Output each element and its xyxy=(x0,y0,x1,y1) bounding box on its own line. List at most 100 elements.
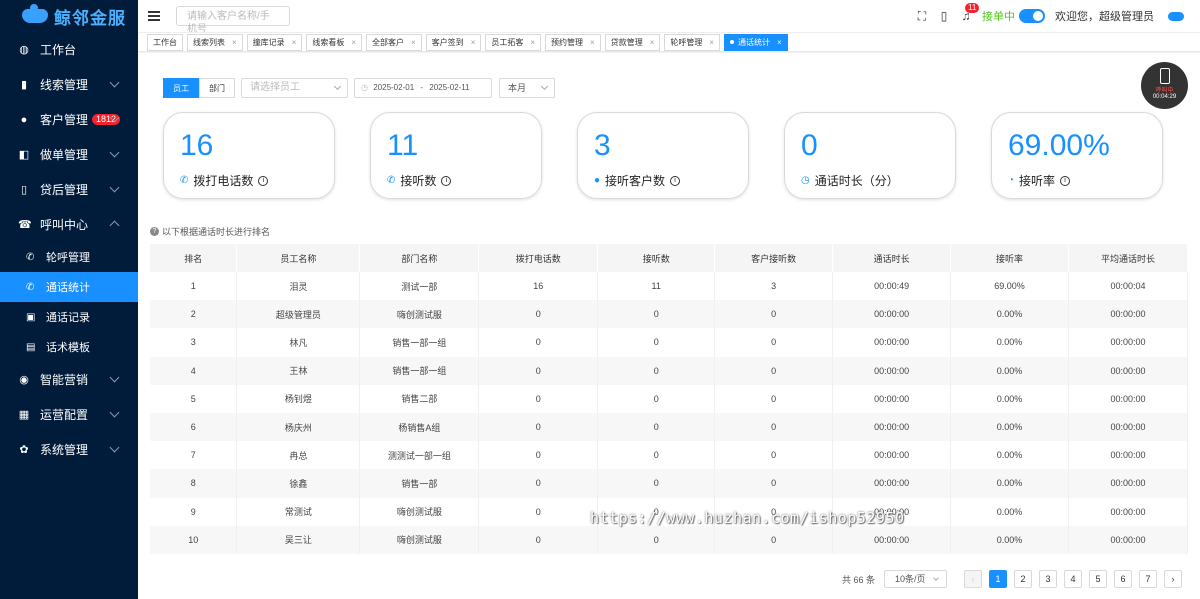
sidebar-item-clues[interactable]: ▮ 线索管理 xyxy=(0,67,138,102)
table-cell: 16 xyxy=(478,272,599,301)
table-cell: 0 xyxy=(714,469,834,498)
table-cell: 0 xyxy=(478,384,599,413)
sidebar-item-call-center[interactable]: ☎ 呼叫中心 xyxy=(0,207,138,242)
user-avatar[interactable] xyxy=(1168,11,1184,21)
bell-icon[interactable]: ♫ 11 xyxy=(960,3,980,22)
table-row[interactable]: 5 杨钊煜 销售二部 0 0 0 00:00:00 0.00% 00:00:00 xyxy=(150,384,1188,413)
column-header[interactable]: 拨打电话数 xyxy=(478,244,599,272)
mobile-icon[interactable]: ▯ xyxy=(938,10,950,22)
info-icon[interactable]: i xyxy=(258,175,269,186)
sidebar-item-customers[interactable]: ● 客户管理 1812 xyxy=(0,102,138,137)
sidebar-subitem-call-stats[interactable]: ✆ 通话统计 xyxy=(0,272,138,302)
close-icon[interactable]: × xyxy=(292,38,297,47)
table-cell: 69.00% xyxy=(950,272,1069,301)
table-cell: 嗨创测试服 xyxy=(359,525,480,554)
date-range-picker[interactable]: ◷ 2025-02-01 - 2025-02-11 xyxy=(354,78,492,98)
next-page-button[interactable]: › xyxy=(1164,570,1182,588)
tab-appointments[interactable]: 预约管理 × xyxy=(545,33,601,51)
table-header-row: 排名 员工名称 部门名称 拨打电话数 接听数 客户接听数 通话时长 接听率 平均… xyxy=(150,244,1188,272)
call-stats-table: 排名 员工名称 部门名称 拨打电话数 接听数 客户接听数 通话时长 接听率 平均… xyxy=(150,244,1188,554)
tab-clue-board[interactable]: 线索看板 × xyxy=(306,33,363,51)
stat-value: 0 xyxy=(801,129,818,162)
clock-icon: ◷ xyxy=(801,175,810,186)
sidebar-item-dashboard[interactable]: ◍ 工作台 xyxy=(0,32,138,67)
table-cell: 0 xyxy=(597,441,716,470)
table-cell: 0.00% xyxy=(950,497,1069,526)
close-icon[interactable]: × xyxy=(471,38,476,47)
close-icon[interactable]: × xyxy=(709,38,714,47)
phone-call-widget[interactable]: 呼叫中 00:04:29 xyxy=(1141,62,1188,109)
phone-incoming-icon: ✆ xyxy=(387,175,396,186)
column-header[interactable]: 接听数 xyxy=(597,244,716,272)
info-icon[interactable]: i xyxy=(670,175,681,186)
table-row[interactable]: 2 超级管理员 嗨创测试服 0 0 0 00:00:00 0.00% 00:00:00 xyxy=(150,300,1188,329)
prev-page-button[interactable]: ‹ xyxy=(964,570,982,588)
sidebar-subitem-call-records[interactable]: ▣ 通话记录 xyxy=(0,302,138,332)
sidebar-item-post-loan[interactable]: ▯ 贷后管理 xyxy=(0,172,138,207)
tab-workbench[interactable]: 工作台 xyxy=(147,33,183,51)
sidebar-subitem-script-templates[interactable]: ▤ 话术模板 xyxy=(0,332,138,362)
column-header[interactable]: 排名 xyxy=(150,244,238,272)
sidebar-item-ops-config[interactable]: ▦ 运营配置 xyxy=(0,397,138,432)
page-button[interactable]: 2 xyxy=(1014,570,1032,588)
column-header[interactable]: 接听率 xyxy=(950,244,1069,272)
close-icon[interactable]: × xyxy=(351,38,356,47)
sidebar-item-marketing[interactable]: ◉ 智能营销 xyxy=(0,362,138,397)
employee-select[interactable]: 请选择员工 xyxy=(241,78,348,98)
column-header[interactable]: 通话时长 xyxy=(832,244,952,272)
tab-loans[interactable]: 贷款管理 × xyxy=(604,33,661,51)
table-row[interactable]: 3 林凡 销售一部一组 0 0 0 00:00:00 0.00% 00:00:00 xyxy=(150,328,1188,357)
tab-call-stats[interactable]: 通话统计 × xyxy=(724,33,788,51)
logo[interactable]: 鲸邻金服 xyxy=(0,0,138,32)
user-icon: ● xyxy=(594,175,601,186)
page-button[interactable]: 5 xyxy=(1089,570,1107,588)
search-input[interactable]: 请输入客户名称/手机号 xyxy=(176,6,290,35)
table-row[interactable]: 4 王林 销售一部一组 0 0 0 00:00:00 0.00% 00:00:00 xyxy=(150,356,1188,385)
column-header[interactable]: 客户接听数 xyxy=(714,244,834,272)
close-icon[interactable]: × xyxy=(411,38,416,47)
column-header[interactable]: 部门名称 xyxy=(359,244,480,272)
table-cell: 吴三让 xyxy=(236,525,361,554)
page-button[interactable]: 3 xyxy=(1039,570,1057,588)
close-icon[interactable]: × xyxy=(232,38,237,47)
close-icon[interactable]: × xyxy=(590,38,595,47)
table-row[interactable]: 10 吴三让 嗨创测试服 0 0 0 00:00:00 0.00% 00:00:00 xyxy=(150,525,1188,554)
page-button[interactable]: 1 xyxy=(989,570,1007,588)
tab-staff-prospecting[interactable]: 员工拓客 × xyxy=(485,33,542,51)
column-header[interactable]: 平均通话时长 xyxy=(1068,244,1188,272)
header-actions: ⛶ ▯ ♫ 11 接单中 欢迎您，超级管理员 xyxy=(916,0,1184,32)
sidebar-item-orders[interactable]: ◧ 做单管理 xyxy=(0,137,138,172)
order-status-toggle[interactable] xyxy=(1019,9,1045,23)
table-cell: 4 xyxy=(150,356,238,385)
info-icon[interactable]: i xyxy=(1060,175,1071,186)
seg-department-button[interactable]: 部门 xyxy=(199,78,235,98)
table-row[interactable]: 7 冉总 测测试一部一组 0 0 0 00:00:00 0.00% 00:00:00 xyxy=(150,441,1188,470)
call-stats-icon: ✆ xyxy=(26,281,35,293)
page-size-select[interactable]: 10条/页 xyxy=(884,570,947,588)
fullscreen-icon[interactable]: ⛶ xyxy=(916,10,928,22)
sidebar-item-system[interactable]: ✿ 系统管理 xyxy=(0,432,138,467)
column-header[interactable]: 员工名称 xyxy=(236,244,361,272)
table-row[interactable]: 1 泪灵 测试一部 16 11 3 00:00:49 69.00% 00:00:04 xyxy=(150,272,1188,301)
seg-employee-button[interactable]: 员工 xyxy=(163,78,199,98)
table-row[interactable]: 6 杨庆州 杨销售A组 0 0 0 00:00:00 0.00% 00:00:00 xyxy=(150,412,1188,442)
period-select[interactable]: 本月 xyxy=(499,78,555,98)
tab-clue-list[interactable]: 线索列表 × xyxy=(187,33,243,51)
sidebar-subitem-round-call[interactable]: ✆ 轮呼管理 xyxy=(0,242,138,272)
tab-customer-checkin[interactable]: 客户签到 × xyxy=(425,33,482,51)
order-icon: ◧ xyxy=(18,148,30,161)
table-cell: 杨销售A组 xyxy=(359,412,480,442)
table-row[interactable]: 8 徐鑫 销售一部 0 0 0 00:00:00 0.00% 00:00:00 xyxy=(150,469,1188,498)
table-cell: 00:00:00 xyxy=(832,525,952,554)
page-button[interactable]: 7 xyxy=(1139,570,1157,588)
page-button[interactable]: 6 xyxy=(1114,570,1132,588)
tab-collision-records[interactable]: 撞库记录 × xyxy=(246,33,303,51)
tab-round-call[interactable]: 轮呼管理 × xyxy=(664,33,721,51)
close-icon[interactable]: × xyxy=(530,38,535,47)
close-icon[interactable]: × xyxy=(650,38,655,47)
tab-all-customers[interactable]: 全部客户 × xyxy=(366,33,422,51)
page-button[interactable]: 4 xyxy=(1064,570,1082,588)
close-icon[interactable]: × xyxy=(777,38,782,47)
info-icon[interactable]: i xyxy=(441,175,452,186)
menu-toggle-icon[interactable] xyxy=(148,9,160,24)
